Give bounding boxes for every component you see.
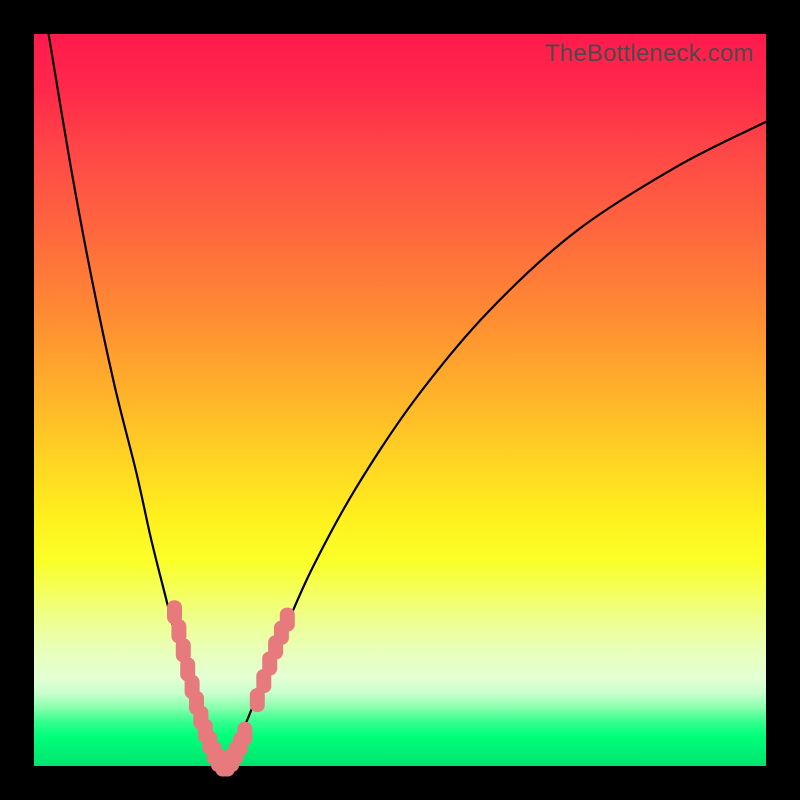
marker-point: [280, 608, 295, 632]
curve-svg: [34, 34, 766, 766]
chart-frame: TheBottleneck.com: [0, 0, 800, 800]
highlight-markers: [167, 600, 295, 776]
plot-area: TheBottleneck.com: [34, 34, 766, 766]
marker-point: [237, 722, 252, 746]
bottleneck-curve: [49, 34, 766, 766]
